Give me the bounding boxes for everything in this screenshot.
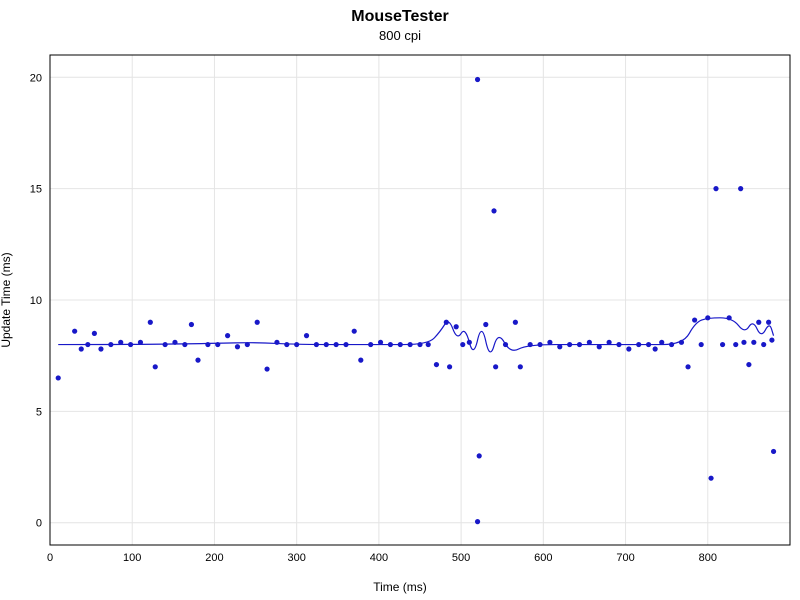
- svg-text:0: 0: [36, 518, 42, 530]
- svg-text:700: 700: [616, 552, 634, 564]
- svg-text:400: 400: [370, 552, 388, 564]
- svg-text:15: 15: [30, 184, 42, 196]
- plot-area: 0 100 200 300 400 500 600 700 800 0 5 10 15 20: [0, 0, 800, 600]
- svg-text:300: 300: [287, 552, 305, 564]
- svg-text:5: 5: [36, 406, 42, 418]
- svg-text:0: 0: [47, 552, 53, 564]
- svg-text:200: 200: [205, 552, 223, 564]
- chart-container: MouseTester 800 cpi Update Time (ms) Tim…: [0, 0, 800, 600]
- svg-text:10: 10: [30, 295, 42, 307]
- svg-text:20: 20: [30, 72, 42, 84]
- svg-text:100: 100: [123, 552, 141, 564]
- svg-text:800: 800: [699, 552, 717, 564]
- svg-text:600: 600: [534, 552, 552, 564]
- svg-text:500: 500: [452, 552, 470, 564]
